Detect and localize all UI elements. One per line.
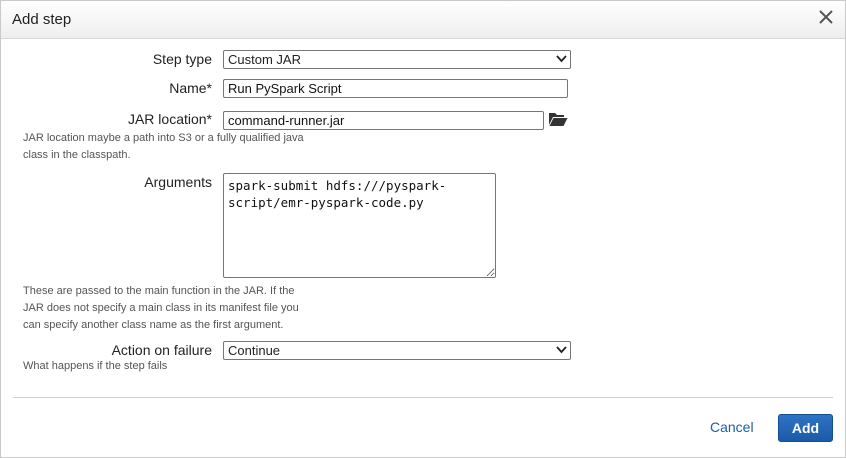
arguments-help: These are passed to the main function in… bbox=[23, 283, 299, 334]
folder-open-icon bbox=[549, 113, 568, 126]
name-input[interactable] bbox=[223, 79, 568, 98]
step-type-select[interactable]: Custom JAR bbox=[223, 50, 571, 69]
jar-location-help-line: class in the classpath. bbox=[23, 149, 131, 161]
jar-location-input[interactable] bbox=[223, 111, 544, 130]
arguments-textarea[interactable]: spark-submit hdfs:///pyspark- script/emr… bbox=[223, 173, 496, 278]
close-button[interactable] bbox=[815, 6, 837, 28]
action-on-failure-label: Action on failure bbox=[111, 342, 212, 358]
step-type-label: Step type bbox=[152, 51, 212, 67]
arguments-label: Arguments bbox=[144, 174, 212, 190]
dialog-header: Add step bbox=[1, 1, 845, 39]
add-button[interactable]: Add bbox=[778, 414, 833, 442]
chevron-down-icon bbox=[556, 55, 567, 63]
name-label: Name* bbox=[169, 80, 212, 96]
cancel-button[interactable]: Cancel bbox=[710, 419, 754, 435]
action-on-failure-select[interactable]: Continue bbox=[223, 341, 571, 360]
jar-location-help: JAR location maybe a path into S3 or a f… bbox=[23, 130, 304, 164]
dialog-title: Add step bbox=[12, 11, 72, 28]
action-on-failure-value: Continue bbox=[228, 343, 281, 358]
close-icon bbox=[819, 10, 833, 24]
arguments-help-line: These are passed to the main function in… bbox=[23, 285, 295, 297]
arguments-help-line: JAR does not specify a main class in its… bbox=[23, 302, 299, 314]
add-step-dialog: Add step Step type Custom JAR Name* JAR … bbox=[0, 0, 846, 458]
footer-divider bbox=[13, 397, 833, 398]
arguments-help-line: can specify another class name as the fi… bbox=[23, 319, 284, 331]
jar-location-help-line: JAR location maybe a path into S3 or a f… bbox=[23, 132, 304, 144]
jar-location-label: JAR location* bbox=[127, 111, 212, 127]
chevron-down-icon bbox=[556, 346, 567, 354]
action-on-failure-help: What happens if the step fails bbox=[23, 360, 168, 372]
step-type-value: Custom JAR bbox=[228, 52, 301, 67]
browse-s3-button[interactable] bbox=[548, 111, 568, 129]
